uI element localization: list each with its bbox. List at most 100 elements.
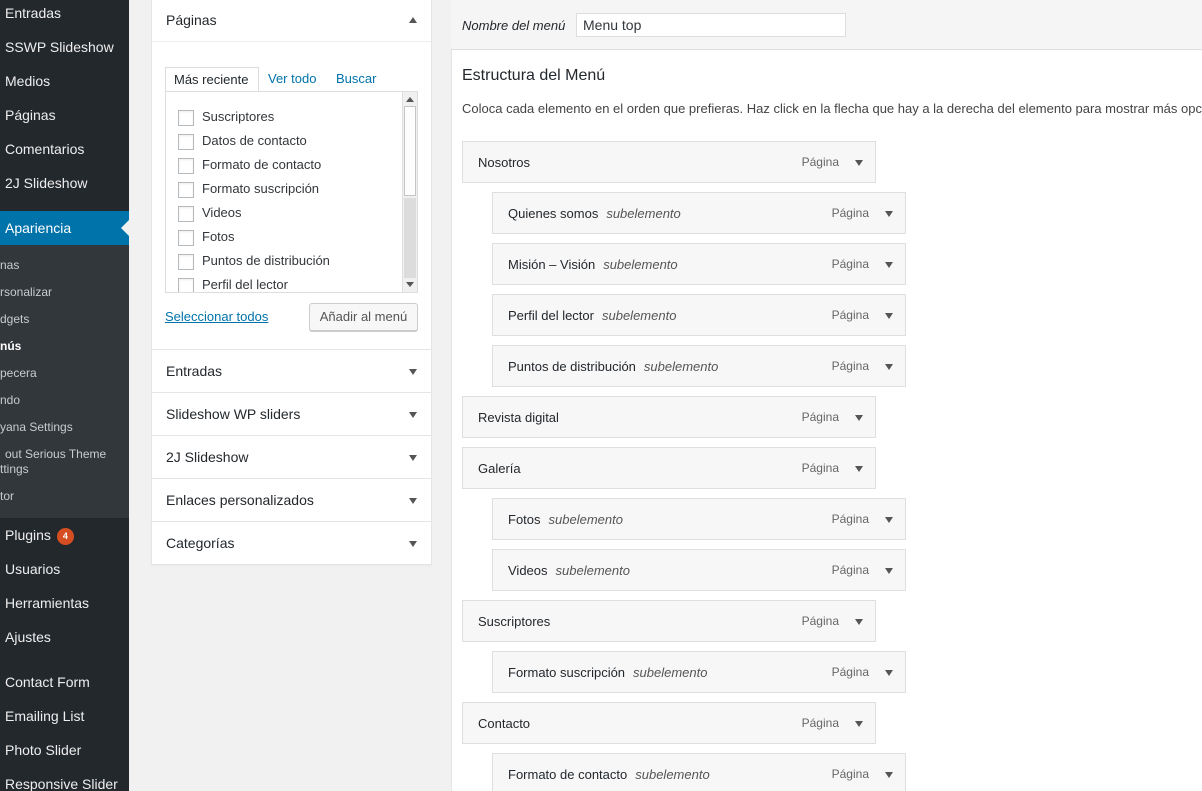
collapse-arrow-icon[interactable]	[409, 17, 417, 23]
list-item[interactable]: Formato suscripción	[178, 181, 319, 199]
list-item[interactable]: Videos	[178, 205, 242, 223]
subitem-label: subelemento	[635, 767, 710, 782]
list-item[interactable]: Fotos	[178, 229, 235, 247]
checkbox[interactable]	[178, 133, 194, 150]
sidebar-item-label: Plugins	[5, 527, 51, 543]
list-item[interactable]: Formato de contacto	[178, 157, 321, 175]
expand-arrow-icon[interactable]	[409, 541, 417, 547]
menu-item-title: Misión – Visión subelemento	[508, 257, 678, 272]
scroll-down-arrow-icon[interactable]	[406, 282, 414, 287]
expand-arrow-icon[interactable]	[885, 313, 893, 319]
sidebar-item-medios[interactable]: Medios	[5, 73, 50, 89]
tab-ver-todo[interactable]: Ver todo	[260, 67, 324, 92]
sidebar-item-2j-slideshow[interactable]: 2J Slideshow	[5, 175, 88, 191]
accordion-categorias[interactable]: Categorías	[151, 521, 432, 565]
menu-item[interactable]: Videos subelemento Página	[492, 549, 906, 591]
expand-arrow-icon[interactable]	[855, 721, 863, 727]
accordion-2j-slideshow[interactable]: 2J Slideshow	[151, 435, 432, 479]
menu-item-title: Formato de contacto subelemento	[508, 767, 710, 782]
accordion-slideshow-wp[interactable]: Slideshow WP sliders	[151, 392, 432, 436]
sidebar-item-responsive-slider[interactable]: Responsive Slider	[5, 776, 118, 791]
submenu-item-menus[interactable]: nús	[0, 339, 21, 354]
menu-item[interactable]: Puntos de distribución subelemento Página	[492, 345, 906, 387]
sidebar-item-sswp-slideshow[interactable]: SSWP Slideshow	[5, 39, 114, 55]
expand-arrow-icon[interactable]	[855, 160, 863, 166]
sidebar-item-paginas[interactable]: Páginas	[5, 107, 56, 123]
submenu-item-serious-theme[interactable]: out Serious Theme	[5, 447, 106, 462]
menu-item[interactable]: Contacto Página	[462, 702, 876, 744]
menu-item[interactable]: Revista digital Página	[462, 396, 876, 438]
checkbox[interactable]	[178, 253, 194, 270]
menu-item-title: Puntos de distribución subelemento	[508, 359, 719, 374]
expand-arrow-icon[interactable]	[409, 455, 417, 461]
sidebar-item-entradas[interactable]: Entradas	[5, 5, 61, 21]
expand-arrow-icon[interactable]	[885, 517, 893, 523]
menu-item[interactable]: Galería Página	[462, 447, 876, 489]
scrollbar-thumb[interactable]	[404, 106, 416, 196]
expand-arrow-icon[interactable]	[885, 364, 893, 370]
submenu-item-fondo[interactable]: ndo	[0, 393, 20, 408]
sidebar-item-contact-form[interactable]: Contact Form	[5, 674, 90, 690]
checkbox[interactable]	[178, 205, 194, 222]
sidebar-item-plugins[interactable]: Plugins 4	[5, 527, 74, 545]
submenu-item-theme-settings[interactable]: yana Settings	[0, 420, 73, 435]
tab-mas-reciente[interactable]: Más reciente	[165, 67, 259, 92]
expand-arrow-icon[interactable]	[885, 670, 893, 676]
pages-panel-title: Páginas	[166, 12, 217, 28]
menu-item[interactable]: Misión – Visión subelemento Página	[492, 243, 906, 285]
sidebar-item-apariencia[interactable]: Apariencia	[0, 211, 129, 245]
sidebar-item-photo-slider[interactable]: Photo Slider	[5, 742, 81, 758]
sidebar-item-ajustes[interactable]: Ajustes	[5, 629, 51, 645]
list-item[interactable]: Suscriptores	[178, 109, 274, 127]
expand-arrow-icon[interactable]	[885, 211, 893, 217]
scrollbar-track[interactable]	[404, 198, 416, 278]
submenu-item-temas[interactable]: nas	[0, 258, 19, 273]
menu-item[interactable]: Perfil del lector subelemento Página	[492, 294, 906, 336]
sidebar-item-comentarios[interactable]: Comentarios	[5, 141, 84, 157]
submenu-item-widgets[interactable]: dgets	[0, 312, 29, 327]
list-item[interactable]: Datos de contacto	[178, 133, 307, 151]
expand-arrow-icon[interactable]	[409, 498, 417, 504]
accordion-entradas[interactable]: Entradas	[151, 349, 432, 393]
expand-arrow-icon[interactable]	[409, 412, 417, 418]
sidebar-item-emailing-list[interactable]: Emailing List	[5, 708, 84, 724]
sidebar-item-herramientas[interactable]: Herramientas	[5, 595, 89, 611]
vertical-scrollbar[interactable]	[402, 92, 417, 292]
subitem-label: subelemento	[606, 206, 681, 221]
menu-item[interactable]: Formato de contacto subelemento Página	[492, 753, 906, 791]
expand-arrow-icon[interactable]	[855, 619, 863, 625]
submenu-item-editor[interactable]: tor	[0, 489, 14, 504]
menu-item-type: Página	[831, 359, 869, 373]
expand-arrow-icon[interactable]	[855, 415, 863, 421]
menu-name-input[interactable]	[576, 13, 846, 37]
expand-arrow-icon[interactable]	[855, 466, 863, 472]
expand-arrow-icon[interactable]	[885, 262, 893, 268]
expand-arrow-icon[interactable]	[885, 568, 893, 574]
checkbox[interactable]	[178, 181, 194, 198]
menu-item[interactable]: Suscriptores Página	[462, 600, 876, 642]
list-item[interactable]: Perfil del lector	[178, 277, 288, 292]
accordion-title: Slideshow WP sliders	[166, 406, 301, 422]
tab-buscar[interactable]: Buscar	[328, 67, 384, 92]
checkbox[interactable]	[178, 277, 194, 292]
menu-item[interactable]: Formato suscripción subelemento Página	[492, 651, 906, 693]
expand-arrow-icon[interactable]	[409, 369, 417, 375]
menu-item[interactable]: Fotos subelemento Página	[492, 498, 906, 540]
select-all-link[interactable]: Seleccionar todos	[165, 309, 268, 324]
submenu-item-cabecera[interactable]: pecera	[0, 366, 37, 381]
submenu-item-personalizar[interactable]: rsonalizar	[0, 285, 52, 300]
scroll-up-arrow-icon[interactable]	[406, 97, 414, 102]
checkbox[interactable]	[178, 229, 194, 246]
accordion-enlaces[interactable]: Enlaces personalizados	[151, 478, 432, 522]
menu-item[interactable]: Quienes somos subelemento Página	[492, 192, 906, 234]
expand-arrow-icon[interactable]	[885, 772, 893, 778]
menu-item-title: Contacto	[478, 716, 531, 731]
add-to-menu-button[interactable]: Añadir al menú	[309, 303, 418, 331]
pages-panel-header[interactable]: Páginas	[152, 0, 431, 42]
submenu-item-serious-theme-settings[interactable]: ttings	[0, 462, 29, 477]
checkbox[interactable]	[178, 157, 194, 174]
sidebar-item-usuarios[interactable]: Usuarios	[5, 561, 60, 577]
menu-item[interactable]: Nosotros Página	[462, 141, 876, 183]
list-item[interactable]: Puntos de distribución	[178, 253, 330, 271]
checkbox[interactable]	[178, 109, 194, 126]
